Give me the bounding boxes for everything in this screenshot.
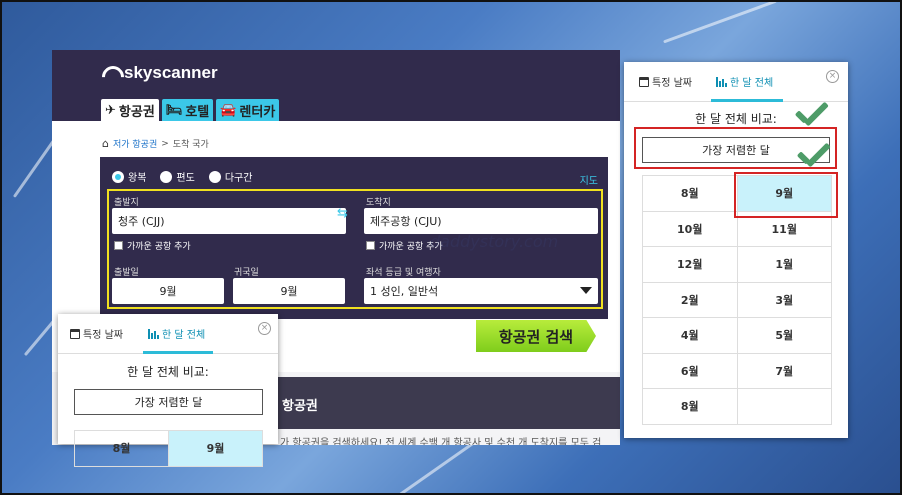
product-tabs: ✈ 항공권 🛏 호텔 🚘 렌터카 — [101, 99, 280, 121]
cabin-value: 1 성인, 일반석 — [370, 285, 439, 298]
breadcrumb-link[interactable]: 저가 항공권 — [113, 137, 157, 150]
calendar-icon — [639, 76, 649, 87]
bar-chart-icon — [716, 76, 727, 87]
month-cell[interactable]: 5월 — [737, 318, 832, 354]
swap-icon[interactable]: ⇆ — [337, 206, 348, 221]
month-grid: 8월 9월 — [74, 430, 263, 467]
popup-title: 한 달 전체 비교: — [127, 365, 209, 379]
radio-multicity[interactable] — [208, 170, 221, 183]
checkbox[interactable] — [366, 241, 375, 250]
return-label: 귀국일 — [234, 268, 259, 278]
highlight-box-red — [734, 172, 838, 218]
tab-car-rental-label: 렌터카 — [239, 104, 276, 120]
contrail — [663, 0, 777, 44]
tab-hotels-label: 호텔 — [185, 104, 210, 120]
tab-car-rental[interactable]: 🚘 렌터카 — [216, 99, 280, 121]
active-tab-indicator — [711, 99, 783, 102]
origin-nearby-checkbox[interactable]: 가까운 공항 추가 — [114, 239, 191, 252]
trip-type-options: 왕복 편도 다구간 — [112, 169, 252, 184]
month-cell[interactable]: 8월 — [643, 389, 738, 425]
radio-oneway[interactable] — [160, 170, 173, 183]
active-tab-indicator — [143, 351, 213, 354]
checkmark-icon — [797, 147, 831, 167]
month-cell[interactable]: 7월 — [737, 353, 832, 389]
trip-round[interactable]: 왕복 — [112, 169, 146, 184]
destination-input[interactable]: 제주공항 (CJU) — [364, 208, 598, 234]
popup-tabs: 특정 날짜 한 달 전체 × — [58, 314, 278, 354]
radio-round[interactable] — [112, 170, 124, 183]
tab-specific-date-label: 특정 날짜 — [83, 330, 123, 341]
site-header: skyscanner ✈ 항공권 🛏 호텔 🚘 렌터카 — [52, 50, 620, 121]
tab-specific-date[interactable]: 특정 날짜 — [639, 74, 692, 89]
trip-multicity-label: 다구간 — [224, 173, 253, 184]
tab-specific-date-label: 특정 날짜 — [652, 78, 692, 89]
map-link[interactable]: 지도 — [580, 172, 598, 187]
return-date-field[interactable]: 9월 — [233, 278, 345, 304]
tab-whole-month[interactable]: 한 달 전체 — [148, 326, 205, 341]
cabin-label: 좌석 등급 및 여행자 — [366, 268, 441, 278]
popup-tabs: 특정 날짜 한 달 전체 × — [624, 62, 848, 102]
car-icon: 🚘 — [220, 102, 237, 118]
month-cell[interactable]: 1월 — [737, 247, 832, 283]
logo-text: skyscanner — [124, 63, 218, 82]
section-body-text: 가 항공권을 검색하세요! 전 세계 수백 개 항공사 및 수천 개 도착지를 … — [280, 438, 602, 445]
destination-label: 도착지 — [366, 198, 391, 208]
dropdown-caret-icon — [580, 287, 592, 294]
sunrise-icon — [100, 66, 120, 80]
month-cell[interactable]: 10월 — [643, 211, 738, 247]
tab-whole-month-label: 한 달 전체 — [730, 78, 774, 89]
month-cell-selected[interactable]: 9월 — [169, 431, 263, 467]
tab-whole-month[interactable]: 한 달 전체 — [716, 74, 773, 89]
trip-multicity[interactable]: 다구간 — [208, 169, 253, 184]
month-cell[interactable]: 4월 — [643, 318, 738, 354]
month-cell[interactable]: 8월 — [75, 431, 169, 467]
nearby-label: 가까운 공항 추가 — [127, 242, 191, 252]
checkmark-icon — [795, 106, 829, 126]
month-cell-empty — [737, 389, 832, 425]
bar-chart-icon — [148, 328, 159, 339]
tab-hotels[interactable]: 🛏 호텔 — [161, 99, 214, 121]
depart-label: 출발일 — [114, 268, 139, 278]
tab-specific-date[interactable]: 특정 날짜 — [70, 326, 123, 341]
month-picker-popup-small: 특정 날짜 한 달 전체 × 한 달 전체 비교: 가장 저렴한 달 8월 9월 — [58, 314, 278, 467]
breadcrumb-separator: > — [161, 138, 169, 149]
section-banner — [272, 377, 620, 429]
airplane-icon: ✈ — [105, 102, 116, 118]
trip-round-label: 왕복 — [128, 173, 147, 184]
breadcrumb: ⌂ 저가 항공권 > 도착 국가 — [102, 137, 209, 150]
home-icon[interactable]: ⌂ — [102, 137, 109, 150]
tab-flights-label: 항공권 — [118, 104, 155, 120]
trip-oneway-label: 편도 — [176, 173, 195, 184]
search-flights-button[interactable]: 항공권 검색 — [476, 320, 596, 352]
month-cell[interactable]: 6월 — [643, 353, 738, 389]
month-cell[interactable]: 3월 — [737, 282, 832, 318]
breadcrumb-current: 도착 국가 — [172, 140, 209, 150]
cheapest-month-button[interactable]: 가장 저렴한 달 — [74, 389, 263, 415]
trip-oneway[interactable]: 편도 — [160, 169, 195, 184]
origin-input[interactable]: 청주 (CJJ) — [112, 208, 346, 234]
checkbox[interactable] — [114, 241, 123, 250]
tab-whole-month-label: 한 달 전체 — [162, 330, 206, 341]
month-cell[interactable]: 2월 — [643, 282, 738, 318]
watermark: daddystory.com — [430, 232, 559, 251]
month-cell[interactable]: 12월 — [643, 247, 738, 283]
bed-icon: 🛏 — [165, 102, 183, 118]
section-heading: 항공권 — [282, 399, 318, 414]
skyscanner-logo[interactable]: skyscanner — [100, 63, 218, 83]
tab-flights[interactable]: ✈ 항공권 — [101, 99, 159, 121]
close-icon[interactable]: × — [258, 322, 271, 335]
calendar-icon — [70, 328, 80, 339]
month-cell[interactable]: 8월 — [643, 176, 738, 212]
close-icon[interactable]: × — [826, 70, 839, 83]
origin-label: 출발지 — [114, 198, 139, 208]
cabin-select[interactable]: 1 성인, 일반석 — [364, 278, 598, 304]
depart-date-field[interactable]: 9월 — [112, 278, 224, 304]
